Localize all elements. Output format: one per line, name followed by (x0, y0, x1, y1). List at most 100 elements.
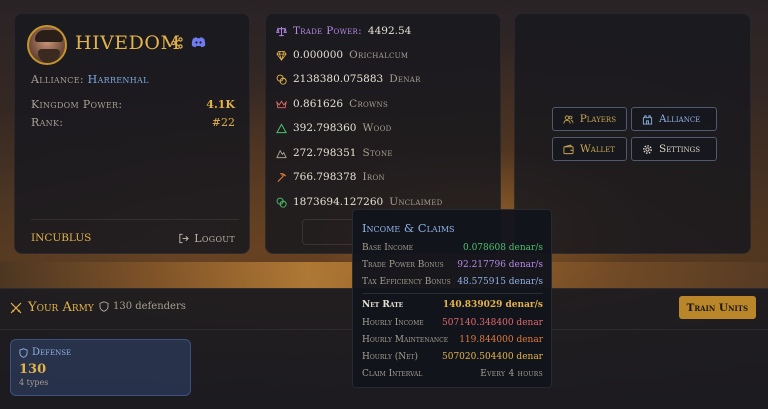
logout-label: Logout (194, 232, 235, 245)
resource-value: 766.798378 (293, 171, 357, 183)
defenders-count: 130 defenders (99, 301, 186, 312)
resource-label: Unclaimed (389, 196, 443, 208)
wallet-label: Wallet (580, 143, 615, 155)
pickaxe-icon (277, 172, 287, 182)
logout-icon (179, 233, 190, 244)
tooltip-row-value: 119.844000 denar (459, 335, 543, 345)
settings-button[interactable]: Settings (631, 137, 717, 161)
tooltip-row-label: Claim Interval (362, 369, 423, 379)
tooltip-row: Tax Efficiency Bonus 48.575915 denar/s (362, 277, 543, 287)
tooltip-row: Hourly Maintenance 119.844000 denar (362, 335, 543, 345)
alliance-row: Alliance: Harrenhal (31, 73, 149, 86)
castle-icon (642, 114, 653, 125)
alliance-link[interactable]: Harrenhal (88, 73, 149, 86)
resource-crowns[interactable]: 0.861626 Crowns (276, 98, 388, 110)
resource-value: 0.861626 (293, 98, 344, 110)
resource-value: 392.798360 (293, 122, 357, 134)
tooltip-row: Base Income 0.078608 denar/s (362, 243, 543, 253)
tooltip-row: Hourly (Net) 507020.504400 denar (362, 352, 543, 362)
resource-value: 1873694.127260 (293, 196, 384, 208)
divider (362, 293, 543, 294)
resource-wood[interactable]: 392.798360 Wood (276, 122, 392, 134)
tooltip-title: Income & Claims (362, 221, 455, 235)
defense-card[interactable]: Defense 130 4 types (10, 339, 191, 396)
tooltip-row-value: 92.217796 denar/s (457, 260, 543, 270)
players-label: Players (579, 113, 616, 125)
tree-icon (276, 122, 287, 133)
resource-stone[interactable]: 272.798351 Stone (276, 147, 393, 159)
resource-label: Denar (389, 73, 421, 85)
logout-button[interactable]: Logout (178, 232, 235, 245)
resource-value: 4492.54 (367, 25, 412, 37)
tooltip-row-label: Trade Power Bonus (362, 260, 444, 270)
resource-label: Stone (362, 147, 393, 159)
defense-title-label: Defense (32, 347, 72, 358)
army-title-label: Your Army (28, 300, 94, 315)
coins-icon (276, 74, 287, 85)
discord-icon[interactable] (191, 36, 206, 48)
shield-icon (19, 347, 28, 358)
income-tooltip: Income & Claims Base Income 0.078608 den… (352, 209, 552, 388)
tooltip-row: Hourly Income 507140.348400 denar (362, 318, 543, 328)
tooltip-row: Claim Interval Every 4 hours (362, 369, 543, 379)
tooltip-row-value: Every 4 hours (480, 369, 543, 379)
resource-orichalcum[interactable]: 0.000000 Orichalcum (276, 49, 408, 61)
tooltip-row-value: 507140.348400 denar (442, 318, 543, 328)
wallet-icon (563, 144, 574, 154)
rank-label: Rank: (31, 116, 64, 129)
crown-icon (276, 99, 287, 108)
wallet-button[interactable]: Wallet (552, 137, 627, 161)
gear-icon (643, 144, 652, 154)
avatar[interactable] (27, 25, 67, 65)
kingdom-power-label: Kingdom Power: (31, 98, 123, 111)
army-title: Your Army (10, 300, 94, 315)
diamond-icon (276, 50, 287, 61)
tooltip-row-label: Base Income (362, 243, 414, 253)
players-button[interactable]: Players (552, 107, 627, 131)
scale-icon (276, 26, 287, 36)
player-name: HIVEDOM (75, 32, 181, 54)
defense-types: 4 types (19, 378, 49, 387)
resource-denar[interactable]: 2138380.075883 Denar (276, 73, 421, 85)
resource-label: Wood (362, 122, 392, 134)
tooltip-row: Net Rate 140.839029 denar/s (362, 300, 543, 310)
resource-value: 2138380.075883 (293, 73, 384, 85)
resource-iron[interactable]: 766.798378 Iron (276, 171, 385, 183)
divider (31, 219, 239, 220)
defense-title: Defense (19, 347, 71, 358)
alliance-button[interactable]: Alliance (631, 107, 717, 131)
resource-trade-power[interactable]: Trade Power: 4492.54 (276, 25, 411, 37)
defenders-label: 130 defenders (113, 301, 186, 312)
users-icon (563, 114, 574, 124)
tooltip-row-label: Hourly Maintenance (362, 335, 449, 345)
tooltip-row-value: 0.078608 denar/s (462, 243, 543, 253)
resource-label: Orichalcum (349, 49, 409, 61)
resource-value: 272.798351 (293, 147, 357, 159)
defense-value: 130 (19, 362, 47, 377)
tooltip-row: Trade Power Bonus 92.217796 denar/s (362, 260, 543, 270)
resource-value: 0.000000 (293, 49, 344, 61)
profile-panel: HIVEDOM Alliance: Harrenhal Kingdom Powe… (14, 13, 250, 254)
tooltip-row-value: 507020.504400 denar (442, 352, 543, 362)
tooltip-row-label: Hourly Income (362, 318, 424, 328)
alliance-nav-label: Alliance (659, 113, 701, 125)
tooltip-row-value: 48.575915 denar/s (457, 277, 543, 287)
tooltip-row-value: 140.839029 denar/s (442, 300, 543, 310)
resource-label: Iron (362, 171, 385, 183)
settings-label: Settings (659, 143, 701, 155)
tooltip-row-label: Hourly (Net) (362, 352, 419, 362)
resource-unclaimed[interactable]: 1873694.127260 Unclaimed (276, 196, 443, 208)
resource-label: Trade Power: (293, 25, 362, 37)
rank-value: #22 (211, 116, 235, 129)
username: INCUBLUS (31, 232, 92, 244)
train-units-button[interactable]: Train Units (678, 296, 756, 319)
mountain-icon (276, 149, 287, 158)
tooltip-row-label: Tax Efficiency Bonus (362, 277, 451, 287)
coins-green-icon (276, 197, 287, 208)
alliance-label: Alliance: (31, 73, 84, 86)
share-icon[interactable] (171, 37, 183, 49)
resource-label: Crowns (349, 98, 389, 110)
shield-icon (99, 301, 109, 312)
tooltip-row-label: Net Rate (362, 300, 404, 310)
swords-icon (10, 302, 22, 313)
